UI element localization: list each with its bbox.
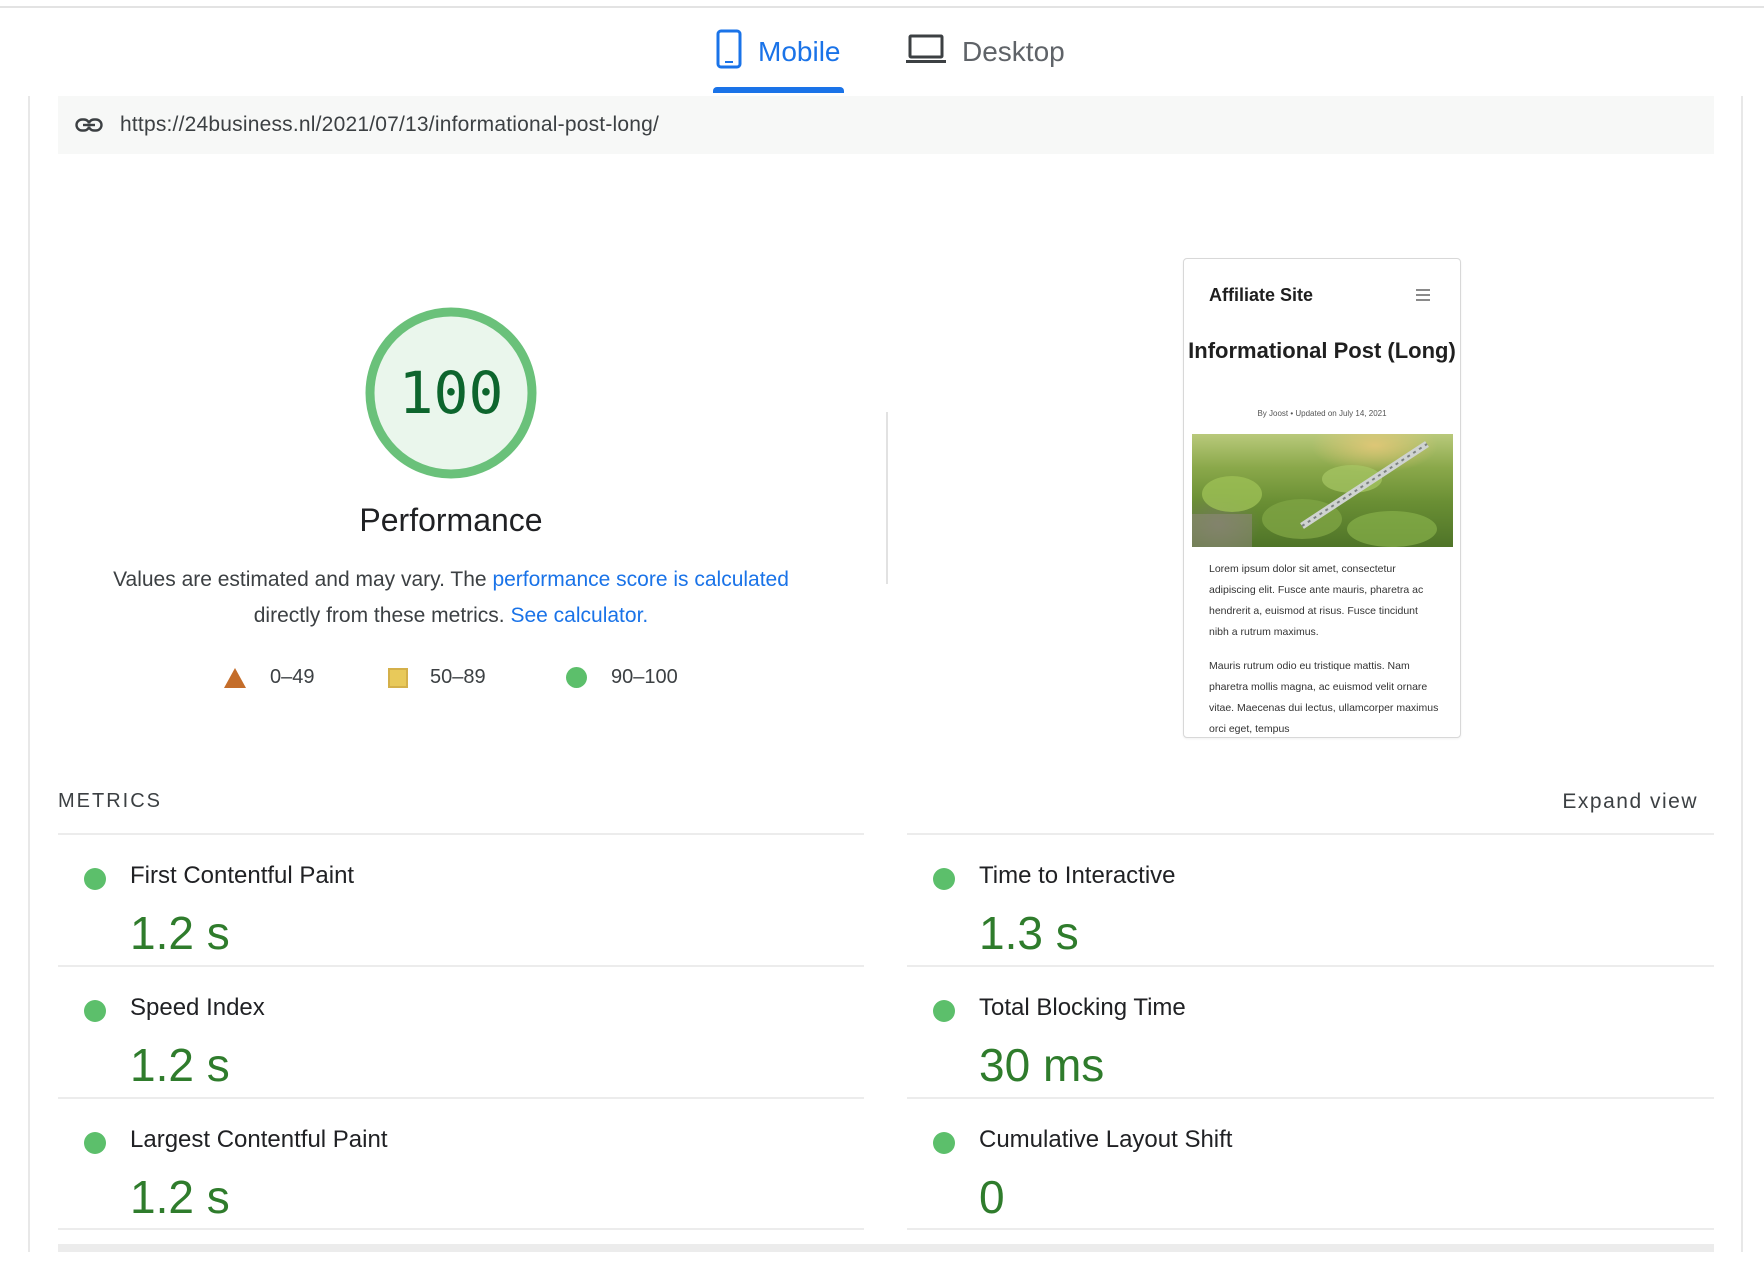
pass-dot-icon [84,868,106,890]
tab-desktop-label: Desktop [962,36,1065,67]
tested-url[interactable]: https://24business.nl/2021/07/13/informa… [120,113,659,137]
see-calculator-link[interactable]: See calculator. [510,604,648,627]
metrics-header: METRICS [58,790,162,812]
metric-value: 1.2 s [130,1171,230,1223]
link-icon [74,117,104,133]
performance-score: 100 [398,359,504,427]
performance-description: Values are estimated and may vary. The p… [80,562,822,634]
bottom-edge [58,1244,1714,1252]
metric-name: Total Blocking Time [979,994,1186,1021]
metric-total-blocking-time: Total Blocking Time 30 ms [907,970,1707,1102]
metric-largest-contentful-paint: Largest Contentful Paint 1.2 s [58,1102,858,1234]
metrics-divider [58,833,864,835]
pass-dot-icon [933,868,955,890]
active-tab-indicator [713,87,844,93]
metric-name: Speed Index [130,994,265,1021]
metrics-divider [58,965,864,967]
legend-item-average: 50–89 [388,666,486,689]
phone-icon [716,29,742,76]
score-legend: 0–49 50–89 90–100 [224,666,744,698]
metric-name: Largest Contentful Paint [130,1126,388,1153]
screenshot-post-meta: By Joost • Updated on July 14, 2021 [1257,409,1387,418]
metric-cumulative-layout-shift: Cumulative Layout Shift 0 [907,1102,1707,1234]
metric-value: 30 ms [979,1039,1105,1091]
metric-value: 1.2 s [130,907,230,959]
metrics-divider [907,1228,1714,1230]
metric-value: 1.2 s [130,1039,230,1091]
description-text-1: Values are estimated and may vary. The [113,568,493,591]
pass-dot-icon [933,1000,955,1022]
metric-time-to-interactive: Time to Interactive 1.3 s [907,838,1707,970]
metrics-divider [58,1097,864,1099]
metric-value: 0 [979,1171,1005,1223]
screenshot-post-title: Informational Post (Long) [1188,338,1456,363]
metric-speed-index: Speed Index 1.2 s [58,970,858,1102]
panel-border-left [28,96,30,1252]
screenshot-site-name: Affiliate Site [1209,285,1314,305]
circle-icon [566,667,587,688]
vertical-divider [886,412,888,584]
pass-dot-icon [933,1132,955,1154]
metric-name: Time to Interactive [979,862,1176,889]
page-screenshot: Affiliate Site Informational Post (Long)… [1183,258,1461,738]
tab-mobile-label: Mobile [758,36,841,67]
metrics-divider [58,1228,864,1230]
metrics-divider [907,965,1714,967]
pass-dot-icon [84,1000,106,1022]
metric-name: First Contentful Paint [130,862,355,889]
triangle-icon [224,667,246,688]
device-tabs: Mobile Desktop [0,0,1764,96]
laptop-icon [906,33,946,72]
score-calculated-link[interactable]: performance score is calculated [492,568,788,591]
screenshot-hero-image [1192,434,1453,547]
legend-item-pass: 90–100 [566,666,678,689]
square-icon [388,667,408,688]
legend-range-average: 50–89 [430,666,486,688]
expand-view-button[interactable]: Expand view [1562,790,1698,814]
panel-border-right [1741,96,1743,1252]
tab-desktop[interactable]: Desktop [906,24,1065,80]
legend-range-pass: 90–100 [611,666,678,688]
metrics-divider [907,1097,1714,1099]
performance-title: Performance [359,502,543,538]
tab-mobile[interactable]: Mobile [716,24,840,80]
legend-range-fail: 0–49 [270,666,315,688]
screenshot-paragraph-2: Mauris rutrum odio eu tristique mattis. … [1209,660,1439,735]
legend-item-fail: 0–49 [224,666,315,689]
description-text-2: directly from these metrics. [253,604,511,627]
url-bar: https://24business.nl/2021/07/13/informa… [58,96,1714,154]
metrics-divider [907,833,1714,835]
metric-name: Cumulative Layout Shift [979,1126,1233,1153]
screenshot-paragraph-1: Lorem ipsum dolor sit amet, consectetur … [1209,563,1424,638]
pass-dot-icon [84,1132,106,1154]
metric-value: 1.3 s [979,907,1079,959]
metric-first-contentful-paint: First Contentful Paint 1.2 s [58,838,858,970]
hamburger-icon [1416,289,1430,304]
